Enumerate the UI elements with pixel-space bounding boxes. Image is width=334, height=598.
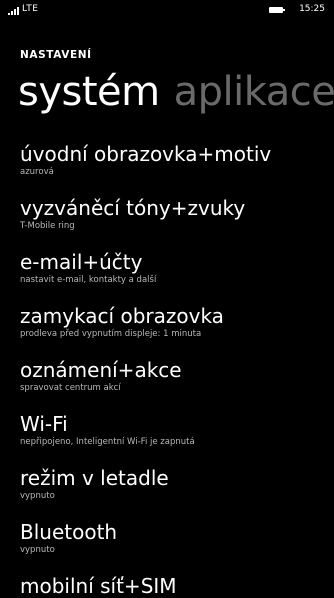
- settings-item-notifications-actions[interactable]: oznámení+akce spravovat centrum akcí: [20, 358, 182, 394]
- pivot-header: systém aplikace: [18, 67, 334, 117]
- settings-item-subtitle: nepřipojeno, Inteligentní Wi-Fi je zapnu…: [20, 437, 195, 447]
- settings-item-subtitle: spravovat centrum akcí: [20, 383, 121, 393]
- settings-item-subtitle: vypnuto: [20, 545, 55, 555]
- settings-item-start-theme[interactable]: úvodní obrazovka+motiv azurová: [20, 142, 271, 178]
- settings-item-lock-screen[interactable]: zamykací obrazovka prodleva před vypnutí…: [20, 304, 224, 340]
- settings-item-title: Wi-Fi: [20, 412, 68, 436]
- network-type-label: LTE: [22, 4, 39, 14]
- settings-item-subtitle: vypnuto: [20, 491, 55, 501]
- settings-item-title: mobilní síť+SIM: [20, 574, 177, 598]
- section-title: NASTAVENÍ: [20, 49, 92, 61]
- settings-item-title: režim v letadle: [20, 466, 169, 490]
- signal-strength-icon: [8, 7, 19, 15]
- pivot-tab-system[interactable]: systém: [18, 69, 160, 115]
- settings-item-cellular-sim[interactable]: mobilní síť+SIM: [20, 574, 177, 598]
- settings-item-email-accounts[interactable]: e-mail+účty nastavit e-mail, kontakty a …: [20, 250, 156, 286]
- settings-item-title: e-mail+účty: [20, 250, 143, 274]
- settings-item-subtitle: T-Mobile ring: [20, 221, 75, 231]
- settings-item-title: oznámení+akce: [20, 358, 182, 382]
- settings-item-subtitle: prodleva před vypnutím displeje: 1 minut…: [20, 329, 202, 339]
- settings-item-ringtones-sounds[interactable]: vyzváněcí tóny+zvuky T-Mobile ring: [20, 196, 245, 232]
- clock: 15:25: [299, 4, 325, 14]
- battery-icon: [269, 7, 285, 13]
- status-bar: LTE 15:25: [0, 0, 334, 22]
- settings-item-bluetooth[interactable]: Bluetooth vypnuto: [20, 520, 117, 556]
- pivot-tab-applications[interactable]: aplikace: [174, 69, 334, 115]
- settings-item-airplane-mode[interactable]: režim v letadle vypnuto: [20, 466, 169, 502]
- settings-item-title: zamykací obrazovka: [20, 304, 224, 328]
- settings-item-title: Bluetooth: [20, 520, 118, 544]
- settings-item-wifi[interactable]: Wi-Fi nepřipojeno, Inteligentní Wi-Fi je…: [20, 412, 195, 448]
- settings-item-subtitle: nastavit e-mail, kontakty a další: [20, 275, 157, 285]
- settings-item-title: úvodní obrazovka+motiv: [20, 142, 272, 166]
- settings-item-title: vyzváněcí tóny+zvuky: [20, 196, 246, 220]
- settings-item-subtitle: azurová: [20, 167, 54, 177]
